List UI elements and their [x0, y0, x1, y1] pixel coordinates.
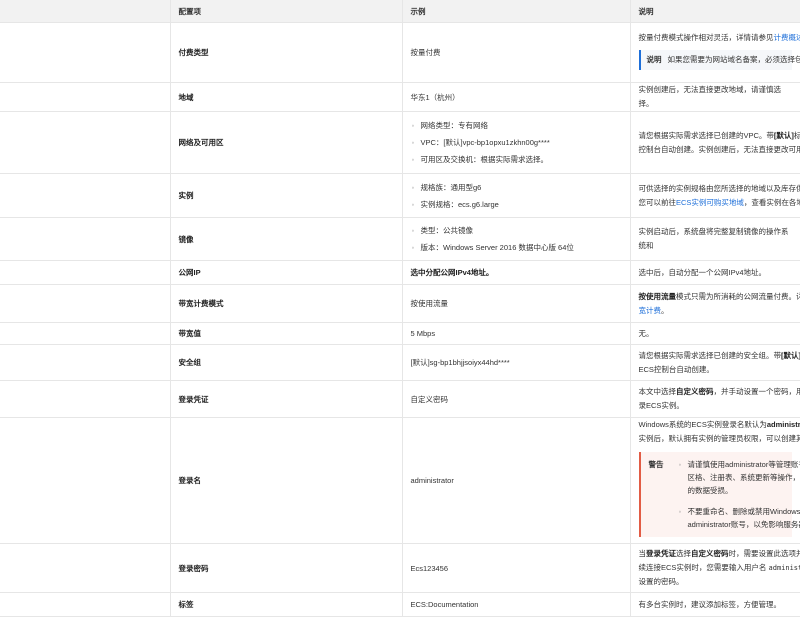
- example-list: 规格族：通用型g6 实例规格：ecs.g6.large: [411, 179, 622, 213]
- config-desc: 本文中选择自定义密码，并手动设置一个密码，用 录ECS实例。: [630, 381, 800, 418]
- config-desc: 有多台实例时，建议添加标签，方便管理。: [630, 593, 800, 617]
- table-row: 登录名 administrator Windows系统的ECS实例登录名默认为a…: [0, 418, 800, 544]
- config-name: 镜像: [170, 218, 402, 261]
- table-row: 地域 华东1（杭州） 实例创建后，无法直接更改地域，请谨慎选择。: [0, 83, 800, 112]
- table-row: 登录凭证 自定义密码 本文中选择自定义密码，并手动设置一个密码，用 录ECS实例…: [0, 381, 800, 418]
- config-example: [默认]sg-bp1bhjjsoiyx44hd****: [402, 345, 630, 381]
- table-row: 登录密码 Ecs123456 当登录凭证选择自定义密码时，需要设置此选项并 续连…: [0, 544, 800, 593]
- ecs-regions-link[interactable]: ECS实例可购买地域: [676, 198, 744, 207]
- config-example: 网络类型：专有网络 VPC：[默认]vpc-bp1opxu1zkhn00g***…: [402, 112, 630, 174]
- table-row: 镜像 类型：公共镜像 版本：Windows Server 2016 数据中心版 …: [0, 218, 800, 261]
- config-name: 付费类型: [170, 23, 402, 83]
- warning-box: 警告 请谨慎使用administrator等管理账号区格、注册表、系统更新等操作…: [639, 452, 792, 537]
- config-example: 5 Mbps: [402, 323, 630, 345]
- config-example: 自定义密码: [402, 381, 630, 418]
- config-example: ECS:Documentation: [402, 593, 630, 617]
- config-example: 规格族：通用型g6 实例规格：ecs.g6.large: [402, 174, 630, 218]
- header-example: 示例: [402, 0, 630, 23]
- config-example: 华东1（杭州）: [402, 83, 630, 112]
- config-name: 公网IP: [170, 261, 402, 285]
- config-name: 实例: [170, 174, 402, 218]
- config-desc: Windows系统的ECS实例登录名默认为administra 实例后，默认拥有…: [630, 418, 800, 544]
- table-row: 网络及可用区 网络类型：专有网络 VPC：[默认]vpc-bp1opxu1zkh…: [0, 112, 800, 174]
- list-item: 可用区及交换机：根据实际需求选择。: [421, 151, 622, 168]
- config-desc: 请您根据实际需求选择已创建的VPC。带[默认]标识 控制台自动创建。实例创建后，…: [630, 112, 800, 174]
- config-name: 登录凭证: [170, 381, 402, 418]
- config-name: 标签: [170, 593, 402, 617]
- bandwidth-billing-link[interactable]: 宽计费: [639, 306, 662, 315]
- table-header: 配置项 示例 说明: [0, 0, 800, 23]
- table-row: 带宽计费模式 按使用流量 按使用流量模式只需为所消耗的公网流量付费。详 宽计费。: [0, 285, 800, 323]
- example-list: 类型：公共镜像 版本：Windows Server 2016 数据中心版 64位: [411, 222, 622, 256]
- config-name: 网络及可用区: [170, 112, 402, 174]
- list-item: 网络类型：专有网络: [421, 117, 622, 134]
- header-config: 配置项: [170, 0, 402, 23]
- note-box: 说明如果您需要为网站域名备案，必须选择包: [639, 50, 792, 70]
- table-row: 带宽值 5 Mbps 无。: [0, 323, 800, 345]
- config-table: 配置项 示例 说明 付费类型 按量付费 按量付费模式操作相对灵活，详情请参见计费…: [0, 0, 800, 617]
- list-item: 不要重命名、删除或禁用Windows下administrator账号，以免影响服…: [688, 505, 800, 531]
- list-item: 规格族：通用型g6: [421, 179, 622, 196]
- config-name: 安全组: [170, 345, 402, 381]
- config-example: 按使用流量: [402, 285, 630, 323]
- table-row: 付费类型 按量付费 按量付费模式操作相对灵活，详情请参见计费概述 说明如果您需要…: [0, 23, 800, 83]
- config-desc: 实例创建后，无法直接更改地域，请谨慎选择。: [630, 83, 800, 112]
- list-item: VPC：[默认]vpc-bp1opxu1zkhn00g****: [421, 134, 622, 151]
- example-list: 网络类型：专有网络 VPC：[默认]vpc-bp1opxu1zkhn00g***…: [411, 117, 622, 168]
- config-name: 登录名: [170, 418, 402, 544]
- config-example: 选中分配公网IPv4地址。: [402, 261, 630, 285]
- config-example: 按量付费: [402, 23, 630, 83]
- config-name: 带宽计费模式: [170, 285, 402, 323]
- list-item: 实例规格：ecs.g6.large: [421, 196, 622, 213]
- config-desc: 当登录凭证选择自定义密码时，需要设置此选项并 续连接ECS实例时，您需要输入用户…: [630, 544, 800, 593]
- list-item: 版本：Windows Server 2016 数据中心版 64位: [421, 239, 622, 256]
- config-desc: 可供选择的实例规格由您所选择的地域以及库存供 您可以前往ECS实例可购买地域，查…: [630, 174, 800, 218]
- config-name: 带宽值: [170, 323, 402, 345]
- list-item: 类型：公共镜像: [421, 222, 622, 239]
- billing-overview-link[interactable]: 计费概述: [774, 33, 800, 42]
- table-row: 公网IP 选中分配公网IPv4地址。 选中后，自动分配一个公网IPv4地址。: [0, 261, 800, 285]
- table-row: 安全组 [默认]sg-bp1bhjjsoiyx44hd**** 请您根据实际需求…: [0, 345, 800, 381]
- config-example: Ecs123456: [402, 544, 630, 593]
- config-desc: 实例启动后，系统盘将完整复制镜像的操作系统和: [630, 218, 800, 261]
- warning-label: 警告: [649, 458, 664, 531]
- header-blank: [0, 0, 170, 23]
- config-desc: 按使用流量模式只需为所消耗的公网流量付费。详 宽计费。: [630, 285, 800, 323]
- config-name: 登录密码: [170, 544, 402, 593]
- config-desc: 选中后，自动分配一个公网IPv4地址。: [630, 261, 800, 285]
- warning-list: 请谨慎使用administrator等管理账号区格、注册表、系统更新等操作，避的…: [678, 458, 800, 531]
- config-example: 类型：公共镜像 版本：Windows Server 2016 数据中心版 64位: [402, 218, 630, 261]
- list-item: 请谨慎使用administrator等管理账号区格、注册表、系统更新等操作，避的…: [688, 458, 800, 497]
- table-row: 标签 ECS:Documentation 有多台实例时，建议添加标签，方便管理。: [0, 593, 800, 617]
- header-desc: 说明: [630, 0, 800, 23]
- config-desc: 按量付费模式操作相对灵活，详情请参见计费概述 说明如果您需要为网站域名备案，必须…: [630, 23, 800, 83]
- config-desc: 请您根据实际需求选择已创建的安全组。带[默认] ECS控制台自动创建。: [630, 345, 800, 381]
- config-name: 地域: [170, 83, 402, 112]
- table-row: 实例 规格族：通用型g6 实例规格：ecs.g6.large 可供选择的实例规格…: [0, 174, 800, 218]
- config-example: administrator: [402, 418, 630, 544]
- config-desc: 无。: [630, 323, 800, 345]
